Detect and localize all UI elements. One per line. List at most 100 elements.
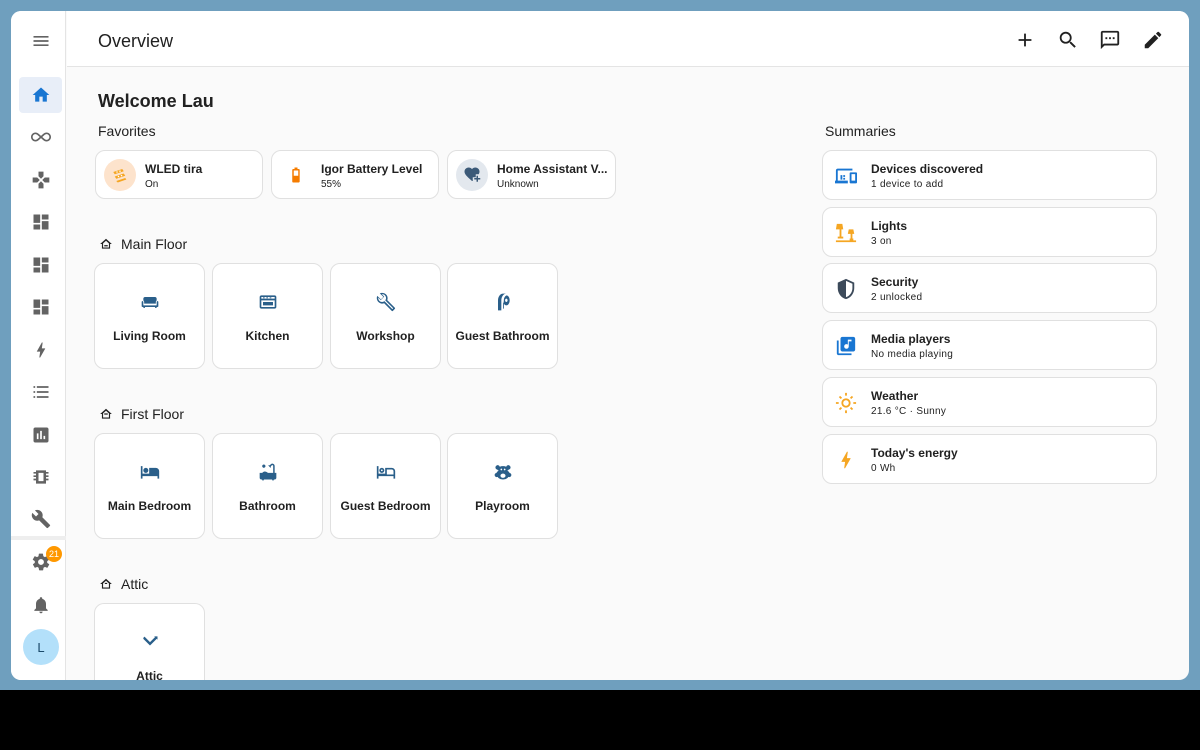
favorite-state: Unknown bbox=[497, 179, 539, 190]
bell-icon bbox=[33, 597, 48, 614]
favorites-label: Favorites bbox=[98, 123, 156, 139]
area-card-workshop[interactable]: Workshop bbox=[330, 263, 441, 369]
summary-name: Media players bbox=[871, 332, 951, 346]
pencil-icon bbox=[1144, 31, 1162, 49]
favorite-name: WLED tira bbox=[145, 162, 203, 176]
page-title: Overview bbox=[98, 31, 174, 51]
sidebar-item-developer-tools[interactable] bbox=[19, 501, 62, 537]
avatar[interactable]: L bbox=[23, 629, 59, 665]
floor-icon bbox=[100, 408, 112, 419]
summary-card-media-players[interactable]: Media players No media playing bbox=[822, 320, 1157, 370]
assist-button[interactable] bbox=[1095, 25, 1125, 55]
sidebar-item-todo[interactable] bbox=[19, 374, 62, 410]
floor-label-attic: Attic bbox=[99, 576, 148, 592]
area-card-main-bedroom[interactable]: Main Bedroom bbox=[94, 433, 205, 539]
add-button[interactable] bbox=[1010, 25, 1040, 55]
sidebar: 21 L bbox=[11, 11, 66, 680]
sidebar-item-map[interactable] bbox=[19, 162, 62, 198]
area-card-playroom[interactable]: Playroom bbox=[447, 433, 558, 539]
shield-icon bbox=[837, 278, 855, 300]
gamepad-icon bbox=[32, 171, 49, 189]
bathtub-icon bbox=[259, 463, 276, 481]
summaries-label: Summaries bbox=[825, 123, 896, 139]
sofa-icon bbox=[141, 297, 158, 308]
floor-name: Main Floor bbox=[121, 236, 188, 252]
wrench-icon bbox=[31, 509, 50, 529]
favorite-state: 55% bbox=[321, 179, 342, 190]
menu-icon[interactable] bbox=[19, 23, 62, 59]
plus-icon bbox=[1018, 33, 1032, 47]
floor-icon bbox=[100, 578, 112, 589]
infinity-icon bbox=[30, 132, 51, 142]
floor-name: First Floor bbox=[121, 406, 184, 422]
home-icon bbox=[32, 87, 49, 102]
area-name: Bathroom bbox=[239, 499, 296, 513]
area-card-living-room[interactable]: Living Room bbox=[94, 263, 205, 369]
sidebar-item-history[interactable] bbox=[19, 417, 62, 453]
area-card-bathroom[interactable]: Bathroom bbox=[212, 433, 323, 539]
area-name: Guest Bedroom bbox=[340, 499, 431, 513]
dashboard-icon bbox=[33, 214, 48, 230]
summary-card-weather[interactable]: Weather 21.6 °C · Sunny bbox=[822, 377, 1157, 427]
summary-name: Lights bbox=[871, 219, 907, 233]
floor-label-first-floor: First Floor bbox=[99, 406, 184, 422]
area-card-attic[interactable]: Attic bbox=[94, 603, 205, 680]
heart-plus-icon bbox=[456, 159, 488, 191]
sidebar-item-settings[interactable]: 21 bbox=[19, 544, 63, 580]
welcome-heading: Welcome Lau bbox=[98, 91, 214, 111]
devices-icon bbox=[835, 168, 857, 184]
toilet-paper-icon bbox=[497, 293, 510, 311]
sidebar-item-dashboard-1[interactable] bbox=[19, 204, 62, 240]
top-app-bar: Overview bbox=[67, 11, 1189, 67]
sidebar-item-notifications[interactable] bbox=[19, 587, 62, 623]
wrench-icon bbox=[376, 292, 395, 312]
sidebar-item-overview[interactable] bbox=[19, 77, 62, 113]
dashboard-icon bbox=[33, 299, 48, 315]
floor-name: Attic bbox=[121, 576, 149, 592]
area-card-guest-bathroom[interactable]: Guest Bathroom bbox=[447, 263, 558, 369]
favorite-card-wled[interactable]: WLED tira On bbox=[95, 150, 263, 199]
sidebar-item-energy-infinity[interactable] bbox=[19, 119, 62, 155]
summary-name: Security bbox=[871, 275, 919, 289]
sidebar-item-dashboard-2[interactable] bbox=[19, 247, 62, 283]
favorite-state: On bbox=[145, 179, 159, 190]
area-name: Attic bbox=[136, 669, 163, 680]
summary-name: Devices discovered bbox=[871, 162, 984, 176]
area-card-kitchen[interactable]: Kitchen bbox=[212, 263, 323, 369]
sidebar-item-hardware[interactable] bbox=[19, 459, 62, 495]
lightning-icon bbox=[36, 342, 45, 358]
floor-icon bbox=[100, 238, 112, 249]
summary-card-devices-discovered[interactable]: Devices discovered 1 device to add bbox=[822, 150, 1157, 200]
led-strip-icon bbox=[104, 159, 136, 191]
area-name: Workshop bbox=[356, 329, 415, 343]
summary-card-security[interactable]: Security 2 unlocked bbox=[822, 263, 1157, 313]
teddy-bear-icon bbox=[494, 465, 511, 480]
floor-label-main-floor: Main Floor bbox=[99, 236, 187, 252]
sun-icon bbox=[835, 392, 857, 414]
edit-button[interactable] bbox=[1138, 25, 1168, 55]
search-icon bbox=[1059, 31, 1076, 48]
summary-card-lights[interactable]: Lights 3 on bbox=[822, 207, 1157, 257]
summary-card-todays-energy[interactable]: Today's energy 0 Wh bbox=[822, 434, 1157, 484]
app-window: 21 L Overview Welcome Lau Favorites WLED… bbox=[11, 11, 1189, 680]
area-card-guest-bedroom[interactable]: Guest Bedroom bbox=[330, 433, 441, 539]
summary-name: Today's energy bbox=[871, 446, 958, 460]
roof-icon bbox=[142, 636, 157, 646]
favorite-card-battery[interactable]: Igor Battery Level 55% bbox=[271, 150, 439, 199]
favorite-name: Home Assistant V... bbox=[497, 162, 608, 176]
comment-icon bbox=[1100, 30, 1120, 50]
summary-state: 2 unlocked bbox=[871, 292, 923, 303]
battery-icon bbox=[280, 159, 312, 191]
area-name: Playroom bbox=[475, 499, 530, 513]
summary-name: Weather bbox=[871, 389, 919, 403]
search-button[interactable] bbox=[1053, 25, 1083, 55]
sidebar-item-dashboard-3[interactable] bbox=[19, 289, 62, 325]
favorite-card-home-assistant[interactable]: Home Assistant V... Unknown bbox=[447, 150, 616, 199]
list-icon bbox=[33, 386, 48, 398]
area-name: Main Bedroom bbox=[107, 499, 192, 513]
sidebar-item-energy[interactable] bbox=[19, 332, 62, 368]
music-library-icon bbox=[836, 336, 856, 356]
stove-icon bbox=[259, 295, 276, 309]
bed-outline-icon bbox=[376, 466, 395, 479]
dashboard-icon bbox=[33, 257, 48, 273]
